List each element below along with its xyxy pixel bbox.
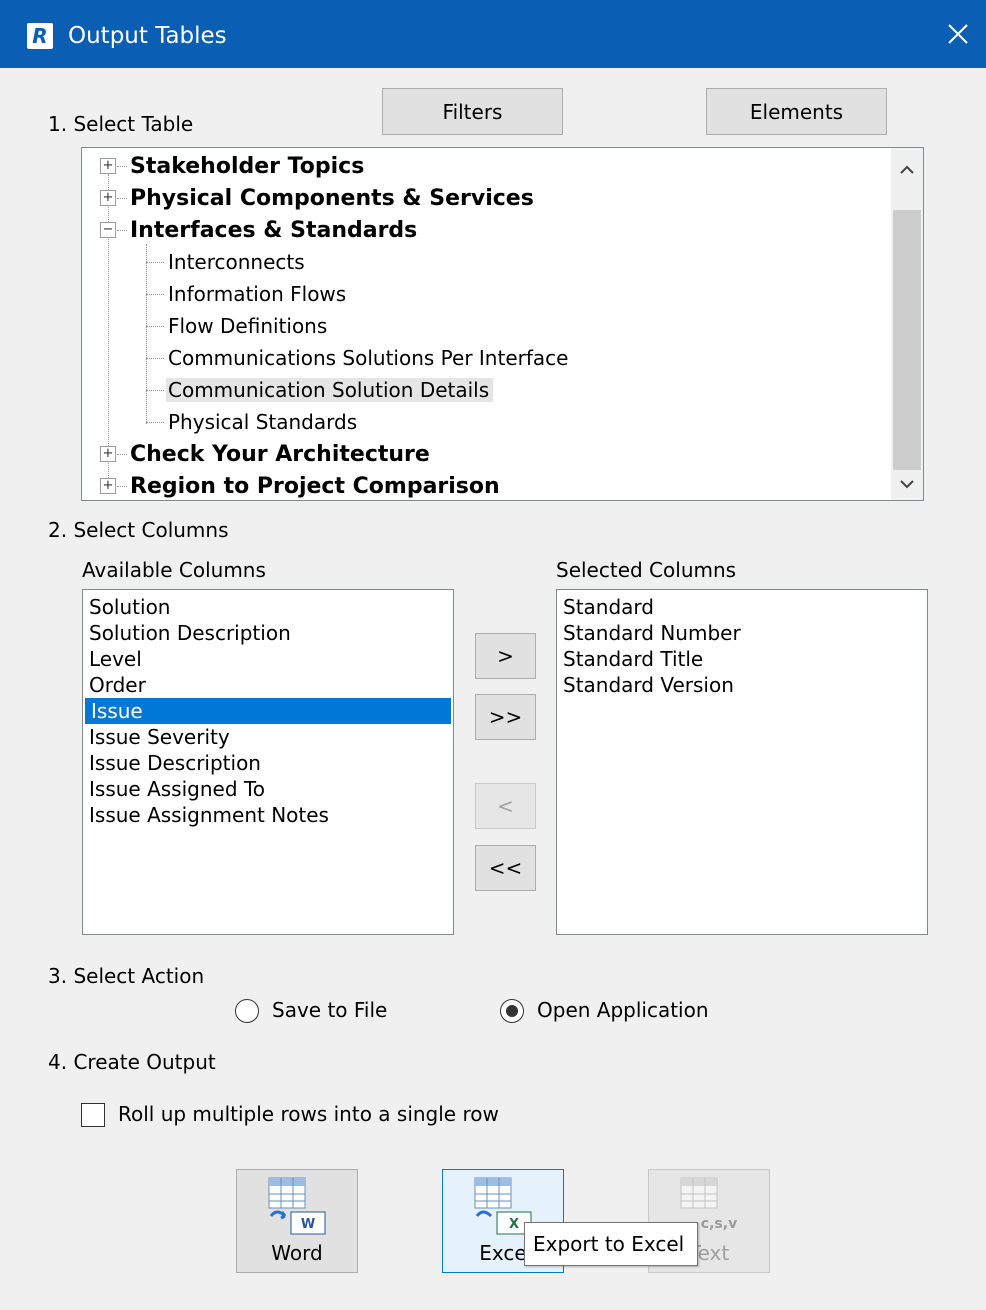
selected-columns-list[interactable]: Standard Standard Number Standard Title …	[556, 589, 928, 935]
list-item[interactable]: Standard Version	[557, 672, 927, 698]
available-columns-label: Available Columns	[82, 558, 266, 582]
tree-child-label: Flow Definitions	[168, 314, 328, 338]
scroll-up-button[interactable]	[891, 154, 923, 186]
tree-node-stakeholder-topics[interactable]: + Stakeholder Topics	[100, 150, 364, 182]
tree-node-check-architecture[interactable]: + Check Your Architecture	[100, 438, 430, 470]
list-item[interactable]: Standard	[557, 594, 927, 620]
tree-node-region-to-project[interactable]: + Region to Project Comparison	[100, 470, 500, 500]
tree-node-label: Interfaces & Standards	[130, 217, 418, 243]
expand-icon[interactable]: +	[100, 190, 116, 206]
chevron-down-icon	[900, 480, 914, 489]
tree-node-physical-components[interactable]: + Physical Components & Services	[100, 182, 534, 214]
tree-child-flow-definitions[interactable]: Flow Definitions	[146, 310, 327, 342]
rollup-checkbox[interactable]	[81, 1103, 105, 1127]
word-button-label: Word	[271, 1241, 323, 1265]
expand-icon[interactable]: +	[100, 446, 116, 462]
svg-text:X: X	[509, 1217, 519, 1232]
tree-child-label: Communications Solutions Per Interface	[168, 346, 569, 370]
section-create-output-label: 4. Create Output	[48, 1050, 216, 1074]
list-item-selected[interactable]: Issue	[85, 698, 451, 724]
list-item[interactable]: Solution	[83, 594, 453, 620]
list-item[interactable]: Level	[83, 646, 453, 672]
elements-button[interactable]: Elements	[706, 88, 887, 135]
app-logo-icon: R	[27, 23, 53, 49]
list-item[interactable]: Order	[83, 672, 453, 698]
open-application-label[interactable]: Open Application	[537, 997, 709, 1023]
table-tree[interactable]: + Stakeholder Topics + Physical Componen…	[81, 147, 924, 501]
export-word-button[interactable]: W Word	[236, 1169, 358, 1273]
section-select-action-label: 3. Select Action	[48, 964, 205, 988]
tree-scrollbar[interactable]	[891, 148, 923, 500]
title-bar: R Output Tables	[0, 0, 986, 68]
rollup-label[interactable]: Roll up multiple rows into a single row	[118, 1101, 499, 1127]
close-button[interactable]	[940, 16, 976, 52]
scroll-thumb[interactable]	[893, 210, 921, 470]
scroll-down-button[interactable]	[891, 468, 923, 500]
filters-button[interactable]: Filters	[382, 88, 563, 135]
tree-child-comm-solution-details[interactable]: Communication Solution Details	[146, 374, 494, 406]
list-item[interactable]: Issue Assigned To	[83, 776, 453, 802]
tree-child-comm-solutions-per-interface[interactable]: Communications Solutions Per Interface	[146, 342, 568, 374]
available-columns-list[interactable]: Solution Solution Description Level Orde…	[82, 589, 454, 935]
tree-child-information-flows[interactable]: Information Flows	[146, 278, 346, 310]
chevron-up-icon	[900, 165, 914, 174]
tree-child-label: Information Flows	[168, 282, 347, 306]
csv-badge: c,s,v	[701, 1216, 737, 1232]
export-excel-tooltip: Export to Excel	[524, 1222, 698, 1266]
list-item[interactable]: Standard Title	[557, 646, 927, 672]
selected-columns-label: Selected Columns	[556, 558, 737, 582]
expand-icon[interactable]: +	[100, 158, 116, 174]
tree-node-label: Region to Project Comparison	[130, 473, 500, 499]
save-to-file-radio[interactable]	[235, 999, 259, 1023]
remove-all-columns-button[interactable]: <<	[475, 845, 536, 891]
tree-child-label-selected: Communication Solution Details	[166, 378, 494, 402]
tree-node-interfaces-standards[interactable]: − Interfaces & Standards	[100, 214, 417, 246]
tree-node-label: Check Your Architecture	[130, 441, 430, 467]
tree-child-label: Interconnects	[168, 250, 305, 274]
list-item[interactable]: Issue Severity	[83, 724, 453, 750]
expand-icon[interactable]: +	[100, 478, 116, 494]
collapse-icon[interactable]: −	[100, 222, 116, 238]
list-item[interactable]: Solution Description	[83, 620, 453, 646]
section-select-columns-label: 2. Select Columns	[48, 518, 229, 542]
add-column-button[interactable]: >	[475, 633, 536, 679]
tree-child-physical-standards[interactable]: Physical Standards	[146, 406, 357, 438]
list-item[interactable]: Issue Assignment Notes	[83, 802, 453, 828]
word-export-icon: W	[268, 1177, 326, 1235]
tree-child-label: Physical Standards	[168, 410, 358, 434]
section-select-table-label: 1. Select Table	[48, 112, 194, 136]
add-all-columns-button[interactable]: >>	[475, 694, 536, 740]
remove-column-button[interactable]: <	[475, 783, 536, 829]
open-application-radio[interactable]	[500, 999, 524, 1023]
save-to-file-label[interactable]: Save to File	[272, 997, 387, 1023]
tree-node-label: Physical Components & Services	[130, 185, 534, 211]
close-icon	[948, 24, 968, 44]
svg-text:W: W	[301, 1217, 315, 1232]
tree-node-label: Stakeholder Topics	[130, 153, 365, 179]
window-title: Output Tables	[68, 23, 227, 49]
tree-child-interconnects[interactable]: Interconnects	[146, 246, 305, 278]
list-item[interactable]: Issue Description	[83, 750, 453, 776]
list-item[interactable]: Standard Number	[557, 620, 927, 646]
